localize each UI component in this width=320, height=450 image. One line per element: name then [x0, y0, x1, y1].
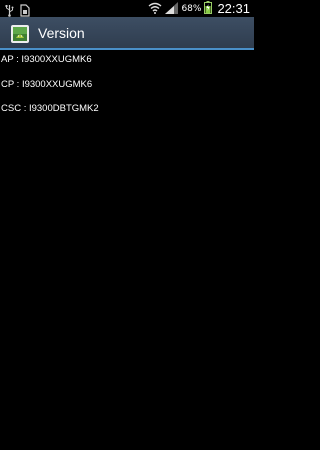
wifi-icon: [148, 0, 162, 18]
battery-percent: 68%: [181, 3, 202, 14]
clock: 22:31: [217, 1, 250, 16]
csc-version-text: CSC : I9300DBTGMK2: [1, 103, 99, 114]
battery-charging-icon: [204, 0, 213, 18]
signal-icon: [165, 0, 179, 18]
android-app-icon[interactable]: [10, 24, 30, 44]
cp-version-text: CP : I9300XXUGMK6: [1, 79, 93, 90]
page-title: Version: [38, 25, 85, 41]
status-bar: 68% 22:31: [0, 0, 254, 17]
ap-version-text: AP : I9300XXUGMK6: [1, 54, 92, 65]
action-bar: Version: [0, 17, 254, 50]
